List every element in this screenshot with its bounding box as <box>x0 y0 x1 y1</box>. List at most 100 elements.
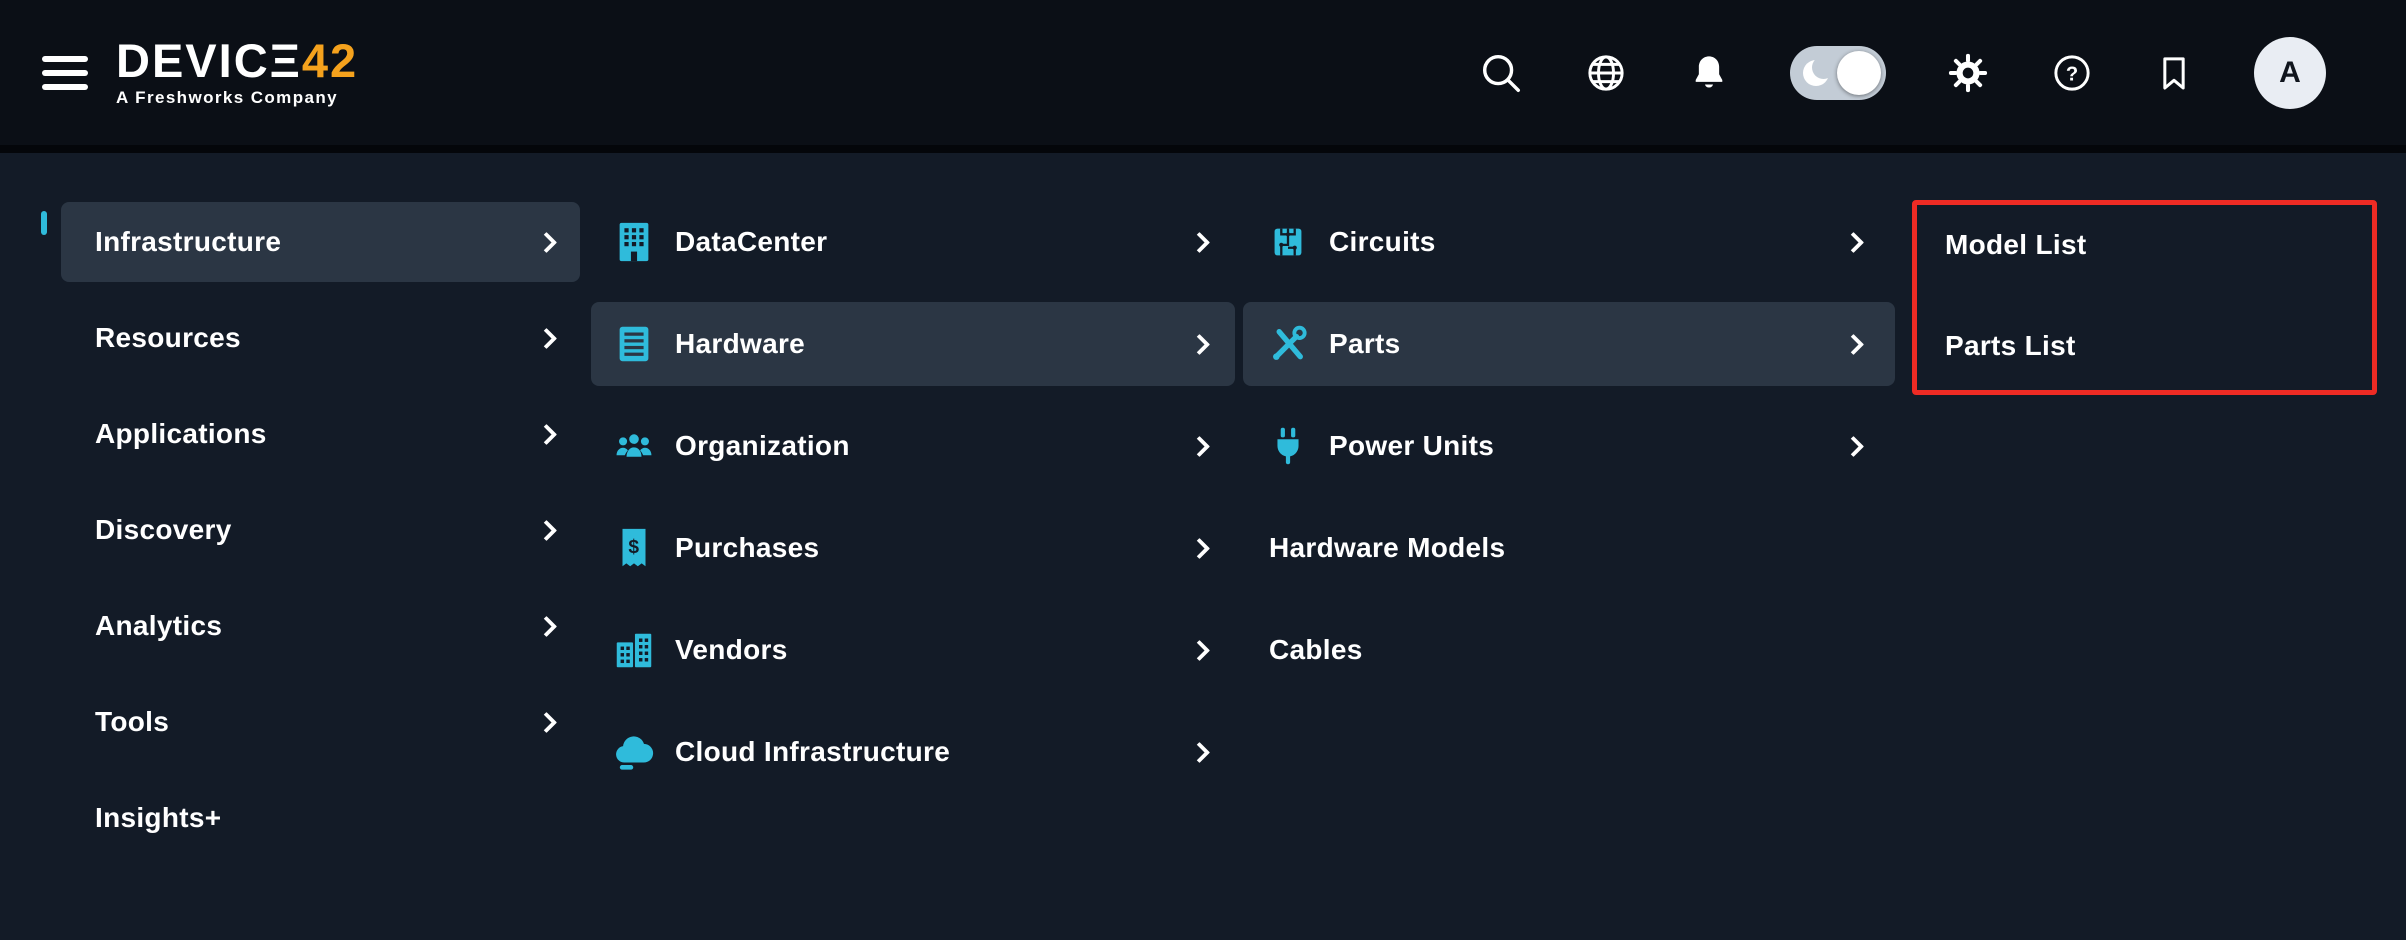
menu-item-label: Insights+ <box>95 802 221 834</box>
menu-item-discovery[interactable]: Discovery <box>61 490 580 570</box>
menu-item-label: Purchases <box>675 532 819 564</box>
theme-toggle[interactable] <box>1790 46 1886 100</box>
help-icon: ? <box>2050 51 2094 95</box>
menu-item-label: Parts <box>1329 328 1401 360</box>
language-button[interactable] <box>1584 51 1628 95</box>
power-units-icon <box>1265 423 1311 469</box>
left-accent-mark <box>41 211 47 235</box>
menu-item-hardware-models[interactable]: Hardware Models <box>1243 506 1895 590</box>
menu-item-label: Infrastructure <box>95 226 281 258</box>
parts-icon <box>1265 321 1311 367</box>
menu-item-applications[interactable]: Applications <box>61 394 580 474</box>
topbar-divider <box>0 145 2406 153</box>
help-button[interactable]: ? <box>2050 51 2094 95</box>
menu-item-label: Cloud Infrastructure <box>675 736 950 768</box>
globe-icon <box>1584 51 1628 95</box>
chevron-right-icon <box>536 423 557 444</box>
chevron-right-icon <box>1189 741 1210 762</box>
menu-item-analytics[interactable]: Analytics <box>61 586 580 666</box>
menu-item-label: Organization <box>675 430 850 462</box>
notifications-button[interactable] <box>1688 52 1730 94</box>
menu-item-purchases[interactable]: $ Purchases <box>591 506 1235 590</box>
brand-wordmark: DEVICΞ42 <box>116 37 358 84</box>
topbar-actions: ? A <box>1478 37 2326 109</box>
menu-item-power-units[interactable]: Power Units <box>1243 404 1895 488</box>
svg-text:?: ? <box>2066 63 2078 85</box>
chevron-right-icon <box>536 615 557 636</box>
chevron-right-icon <box>1189 435 1210 456</box>
menu-item-label: Discovery <box>95 514 232 546</box>
brand-text: DEVIC <box>116 37 270 84</box>
settings-button[interactable] <box>1946 51 1990 95</box>
circuits-icon <box>1265 219 1311 265</box>
organization-icon <box>611 423 657 469</box>
bell-icon <box>1688 52 1730 94</box>
menu-item-parts[interactable]: Parts <box>1243 302 1895 386</box>
menu-item-label: Applications <box>95 418 267 450</box>
menu-item-vendors[interactable]: Vendors <box>591 608 1235 692</box>
device42-logo[interactable]: DEVICΞ42 A Freshworks Company <box>116 37 358 108</box>
avatar-initial: A <box>2279 56 2301 90</box>
menu-item-infrastructure[interactable]: Infrastructure <box>61 202 580 282</box>
menu-item-cables[interactable]: Cables <box>1243 608 1895 692</box>
brand-number: 42 <box>302 37 358 84</box>
datacenter-icon <box>611 219 657 265</box>
search-button[interactable] <box>1478 50 1524 96</box>
menu-item-label: Tools <box>95 706 169 738</box>
annotation-highlight-box: Model List Parts List <box>1912 200 2377 395</box>
device42-app: DEVICΞ42 A Freshworks Company <box>0 0 2406 940</box>
menu-item-label: Model List <box>1945 229 2086 261</box>
menu-item-label: DataCenter <box>675 226 827 258</box>
moon-icon <box>1803 60 1829 86</box>
topbar: DEVICΞ42 A Freshworks Company <box>0 0 2406 145</box>
hamburger-menu-button[interactable] <box>42 52 88 94</box>
menu-item-tools[interactable]: Tools <box>61 682 580 762</box>
gear-icon <box>1946 51 1990 95</box>
bookmark-button[interactable] <box>2154 53 2194 93</box>
chevron-right-icon <box>1843 231 1864 252</box>
purchases-icon: $ <box>611 525 657 571</box>
menu-item-label: Circuits <box>1329 226 1436 258</box>
menu-item-datacenter[interactable]: DataCenter <box>591 200 1235 284</box>
chevron-right-icon <box>1189 537 1210 558</box>
chevron-right-icon <box>1843 333 1864 354</box>
menu-item-circuits[interactable]: Circuits <box>1243 200 1895 284</box>
chevron-right-icon <box>1189 639 1210 660</box>
cloud-infrastructure-icon <box>611 729 657 775</box>
hamburger-bar <box>42 70 88 76</box>
menu-item-label: Vendors <box>675 634 788 666</box>
chevron-right-icon <box>536 519 557 540</box>
menu-item-cloud-infrastructure[interactable]: Cloud Infrastructure <box>591 710 1235 794</box>
menu-item-hardware[interactable]: Hardware <box>591 302 1235 386</box>
menu-item-resources[interactable]: Resources <box>61 298 580 378</box>
topbar-left: DEVICΞ42 A Freshworks Company <box>42 37 358 108</box>
menu-item-label: Hardware <box>675 328 805 360</box>
chevron-right-icon <box>1189 333 1210 354</box>
hamburger-bar <box>42 84 88 90</box>
search-icon <box>1478 50 1524 96</box>
menu-item-organization[interactable]: Organization <box>591 404 1235 488</box>
mega-menu: Infrastructure Resources Applications Di… <box>0 153 2406 940</box>
menu-item-label: Resources <box>95 322 241 354</box>
chevron-right-icon <box>536 231 557 252</box>
hardware-icon <box>611 321 657 367</box>
svg-text:$: $ <box>628 537 639 558</box>
brand-stylized-e: Ξ <box>270 37 302 84</box>
menu-item-label: Power Units <box>1329 430 1494 462</box>
menu-item-label: Analytics <box>95 610 222 642</box>
menu-item-label: Hardware Models <box>1269 532 1505 564</box>
toggle-knob <box>1837 51 1881 95</box>
menu-item-model-list[interactable]: Model List <box>1917 205 2372 285</box>
menu-item-parts-list[interactable]: Parts List <box>1917 306 2372 386</box>
chevron-right-icon <box>536 327 557 348</box>
hamburger-bar <box>42 56 88 62</box>
brand-subtitle: A Freshworks Company <box>116 88 358 108</box>
bookmark-icon <box>2154 53 2194 93</box>
chevron-right-icon <box>536 711 557 732</box>
menu-item-label: Cables <box>1269 634 1363 666</box>
vendors-icon <box>611 627 657 673</box>
menu-item-insights-plus[interactable]: Insights+ <box>61 778 580 858</box>
chevron-right-icon <box>1189 231 1210 252</box>
menu-item-label: Parts List <box>1945 330 2076 362</box>
user-avatar[interactable]: A <box>2254 37 2326 109</box>
